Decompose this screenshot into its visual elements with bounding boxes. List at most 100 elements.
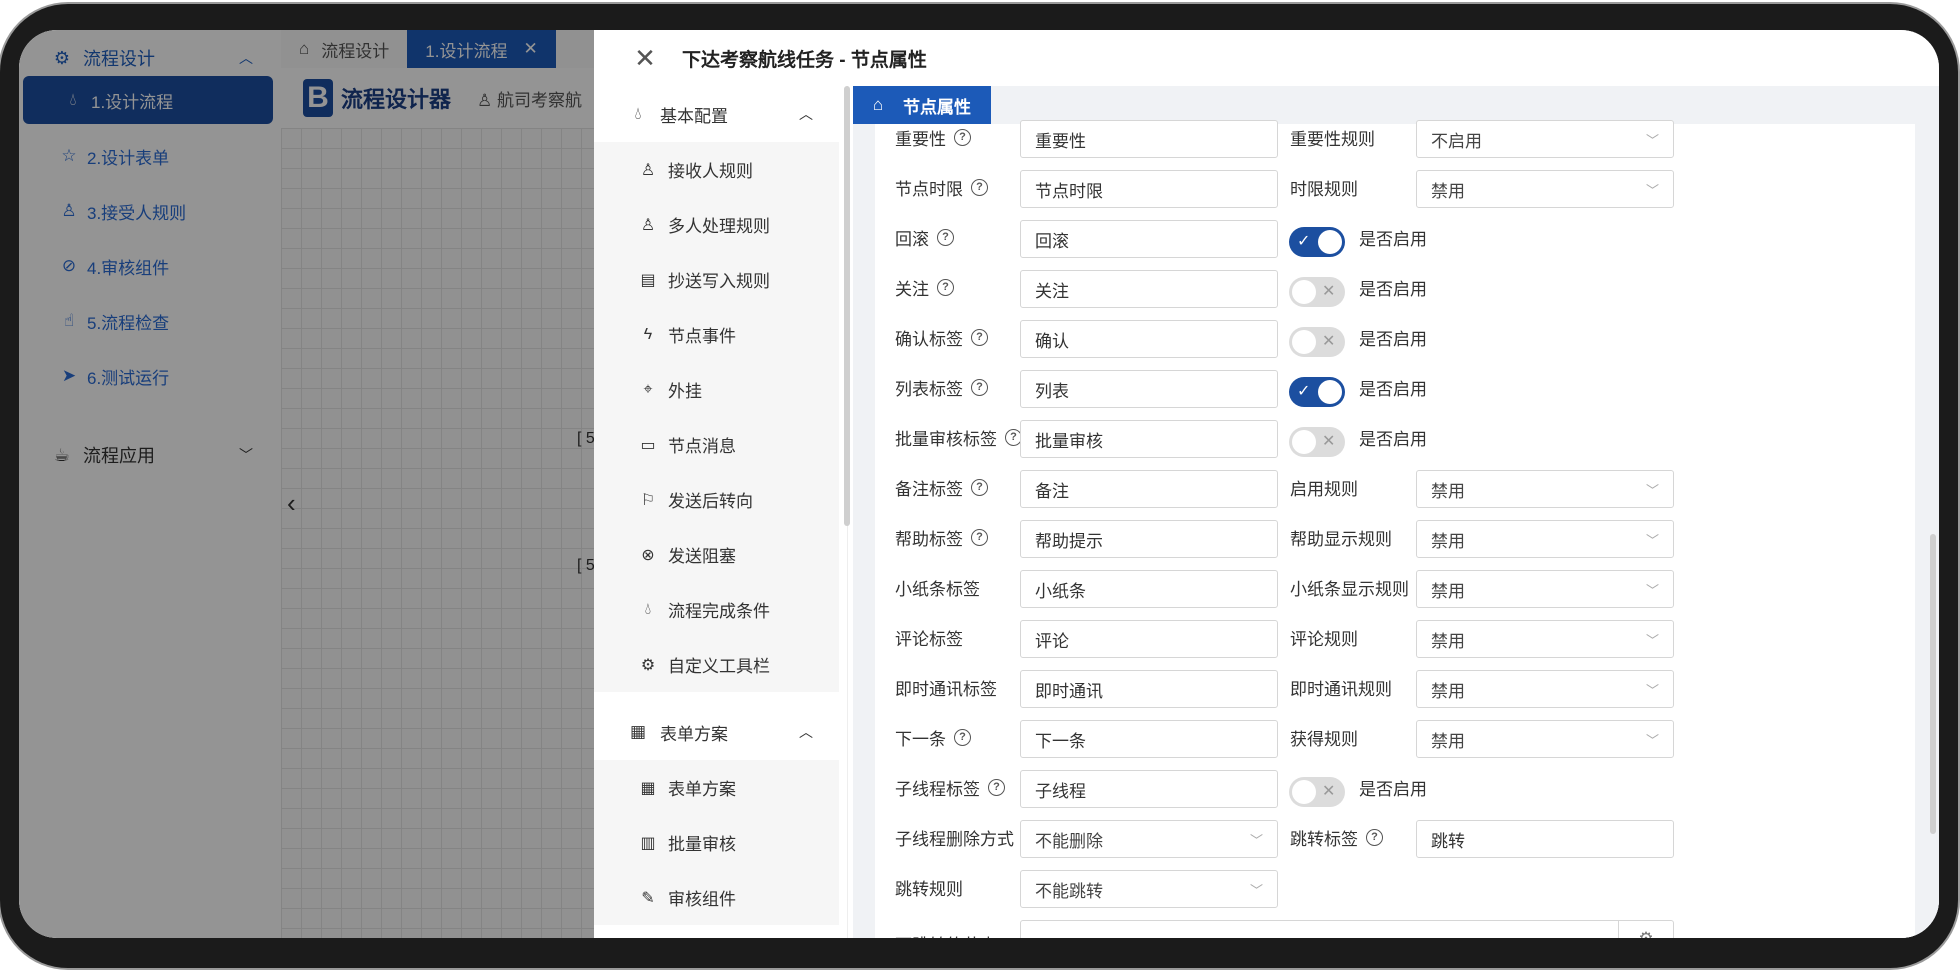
next-input[interactable]: 下一条 [1020,720,1278,758]
help-icon[interactable]: ? [971,328,988,346]
field-label: 下一条? [895,712,971,762]
user-icon: ♙ [640,161,656,179]
rollback-input[interactable]: 回滚 [1020,220,1278,258]
field-label: 列表标签? [895,362,988,412]
message-icon: ▭ [640,436,656,454]
menu-item-send-block[interactable]: ⊗ 发送阻塞 [594,527,839,582]
follow-toggle[interactable]: ✕ [1289,277,1345,307]
menu-item-label: 节点消息 [668,437,736,456]
menu-item-node-message[interactable]: ▭ 节点消息 [594,417,839,472]
follow-input[interactable]: 关注 [1020,270,1278,308]
help-icon[interactable]: ? [971,378,988,396]
gear-icon: ⚙ [640,656,656,674]
menu-item-cc-rule[interactable]: ▤ 抄送写入规则 [594,252,839,307]
menu-item-after-send[interactable]: ⚐ 发送后转向 [594,472,839,527]
menu-item-custom-toolbar[interactable]: ⚙ 自定义工具栏 [594,637,839,692]
jumpable-nodes-input[interactable]: ⚙ [1020,920,1674,938]
field-label: 帮助标签? [895,512,988,562]
comment-rule-select[interactable]: 禁用 ﹀ [1416,620,1674,658]
help-rule-select[interactable]: 禁用 ﹀ [1416,520,1674,558]
help-input[interactable]: 帮助提示 [1020,520,1278,558]
field-label: 跳转标签? [1290,812,1383,862]
help-icon[interactable]: ? [954,128,971,146]
menu-group-basic[interactable]: 💧︎ 基本配置 ︿ [594,86,839,142]
menu-item-label: 接收人规则 [668,162,753,181]
time-limit-input[interactable]: 节点时限 [1020,170,1278,208]
chevron-up-icon: ︿ [799,106,813,122]
menu-group-form[interactable]: ▦ 表单方案 ︿ [594,704,839,760]
field-label: 重要性规则 [1290,129,1375,149]
field-label: 小纸条标签 [895,579,980,599]
menu-item-receiver-rule[interactable]: ♙ 接收人规则 [594,142,839,197]
form-row-subthread-delete: 子线程删除方式 不能删除 ﹀ 跳转标签? 跳转 [875,812,1915,862]
close-icon[interactable]: ✕ [632,43,658,74]
field-label: 评论标签 [895,629,963,649]
time-limit-rule-select[interactable]: 禁用 ﹀ [1416,170,1674,208]
im-input[interactable]: 即时通讯 [1020,670,1278,708]
confirm-toggle[interactable]: ✕ [1289,327,1345,357]
subthread-toggle[interactable]: ✕ [1289,777,1345,807]
toggle-label: 是否启用 [1359,279,1427,299]
field-label: 即时通讯规则 [1290,679,1392,699]
form-row-comment: 评论标签 评论 评论规则 禁用 ﹀ [875,612,1915,662]
field-label: 子线程删除方式 [895,829,1014,849]
chevron-down-icon: ﹀ [1645,632,1659,648]
importance-rule-select[interactable]: 不启用 ﹀ [1416,120,1674,158]
menu-item-label: 发送后转向 [668,492,753,511]
note-input[interactable]: 小纸条 [1020,570,1278,608]
help-icon[interactable]: ? [937,228,954,246]
form-row-jumpable-nodes: 可跳转的节点 ⚙ [875,912,1915,938]
toggle-label: 是否启用 [1359,379,1427,399]
field-label: 帮助显示规则 [1290,529,1392,549]
list-toggle[interactable]: ✓ [1289,377,1345,407]
help-icon[interactable]: ? [937,278,954,296]
form-row-im: 即时通讯标签 即时通讯 即时通讯规则 禁用 ﹀ [875,662,1915,712]
help-icon[interactable]: ? [1366,828,1383,846]
jump-label-input[interactable]: 跳转 [1416,820,1674,858]
menu-item-completion-condition[interactable]: 💧︎ 流程完成条件 [594,582,839,637]
chevron-down-icon: ﹀ [1249,832,1263,848]
menu-item-form-scheme[interactable]: ▦ 表单方案 [594,760,839,815]
menu-scrollbar[interactable] [844,86,850,526]
help-icon[interactable]: ? [971,528,988,546]
menu-item-plugin[interactable]: ⌖ 外挂 [594,362,839,417]
help-icon[interactable]: ? [988,778,1005,796]
menu-item-node-event[interactable]: ϟ 节点事件 [594,307,839,362]
field-label: 备注标签? [895,462,988,512]
gear-icon[interactable]: ⚙ [1618,921,1673,938]
field-label: 批量审核标签? [895,412,1022,462]
screen: ⚙ 流程设计 ︿ 💧︎ 1.设计流程 ☆ 2.设计表单 ♙ 3.接受人规则 ⊘ … [19,30,1939,938]
remark-input[interactable]: 备注 [1020,470,1278,508]
device-frame: ⚙ 流程设计 ︿ 💧︎ 1.设计流程 ☆ 2.设计表单 ♙ 3.接受人规则 ⊘ … [0,0,1960,970]
menu-item-multi-handle-rule[interactable]: ♙ 多人处理规则 [594,197,839,252]
im-rule-select[interactable]: 禁用 ﹀ [1416,670,1674,708]
importance-input[interactable]: 重要性 [1020,120,1278,158]
subthread-delete-select[interactable]: 不能删除 ﹀ [1020,820,1278,858]
help-icon[interactable]: ? [971,478,988,496]
comment-input[interactable]: 评论 [1020,620,1278,658]
drawer-content: ⌂ 节点属性 重要性? 重要性 重要性规则 不启用 ﹀ 节点时限? 节点时限 时… [853,86,1939,938]
menu-item-label: 流程完成条件 [668,602,770,621]
menu-item-batch-audit[interactable]: ▥ 批量审核 [594,815,839,870]
batch-audit-input[interactable]: 批量审核 [1020,420,1278,458]
menu-item-audit-component[interactable]: ✎ 审核组件 [594,870,839,925]
chevron-down-icon: ﹀ [1249,882,1263,898]
note-rule-select[interactable]: 禁用 ﹀ [1416,570,1674,608]
field-label: 评论规则 [1290,629,1358,649]
help-icon[interactable]: ? [954,728,971,746]
help-icon[interactable]: ? [971,178,988,196]
next-rule-select[interactable]: 禁用 ﹀ [1416,720,1674,758]
batch-audit-toggle[interactable]: ✕ [1289,427,1345,457]
form-scrollbar[interactable] [1930,534,1936,834]
jump-rule-select[interactable]: 不能跳转 ﹀ [1020,870,1278,908]
field-label: 节点时限? [895,162,988,212]
field-label: 启用规则 [1290,479,1358,499]
confirm-input[interactable]: 确认 [1020,320,1278,358]
remark-rule-select[interactable]: 禁用 ﹀ [1416,470,1674,508]
chevron-down-icon: ﹀ [1645,582,1659,598]
field-label: 子线程标签? [895,762,1005,812]
list-input[interactable]: 列表 [1020,370,1278,408]
subthread-input[interactable]: 子线程 [1020,770,1278,808]
rollback-toggle[interactable]: ✓ [1289,227,1345,257]
node-properties-form: 重要性? 重要性 重要性规则 不启用 ﹀ 节点时限? 节点时限 时限规则 禁用 ﹀ [875,120,1915,938]
